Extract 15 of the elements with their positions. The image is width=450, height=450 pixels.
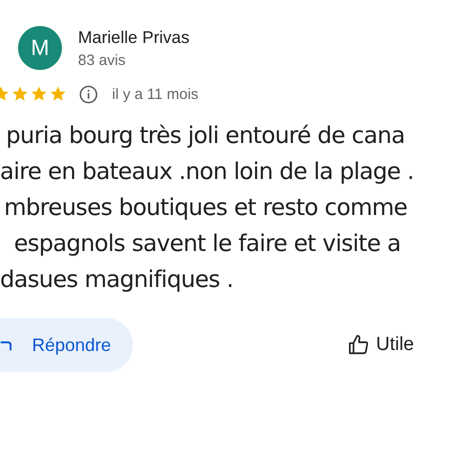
star-icon: [49, 85, 67, 103]
review-text-line: espagnols savent le faire et visite a: [14, 230, 402, 259]
avatar: M: [18, 26, 62, 70]
review-date: il y a 11 mois: [112, 86, 198, 102]
review-text-line: aire en bateaux .non loin de la plage .: [0, 158, 415, 187]
review-text-line: mbreuses boutiques et resto comme: [4, 194, 408, 223]
review-count: 83 avis: [78, 52, 127, 68]
star-icon: [30, 85, 48, 103]
thumbs-up-icon: [348, 334, 370, 356]
review-text-line: dasues magnifiques .: [0, 266, 234, 295]
reply-button[interactable]: Répondre: [0, 318, 134, 372]
reviewer-name: Marielle Privas: [78, 28, 190, 48]
review-text-line: puria bourg très joli entouré de cana: [6, 122, 406, 151]
helpful-button[interactable]: Utile: [348, 334, 414, 356]
info-icon[interactable]: [79, 84, 98, 104]
